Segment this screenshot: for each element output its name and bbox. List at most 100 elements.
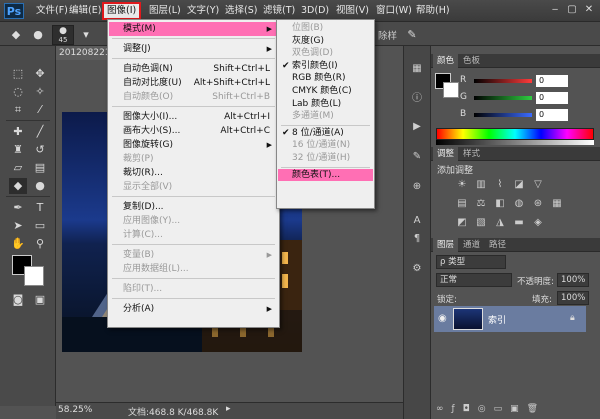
color-balance-icon[interactable]: ⚖: [474, 197, 488, 211]
hand-tool-icon[interactable]: ✋: [9, 236, 27, 252]
pen-tool-icon[interactable]: ✒: [9, 200, 27, 216]
threshold-icon[interactable]: ◮: [493, 216, 507, 230]
invert-icon[interactable]: ◩: [455, 216, 469, 230]
tab-adjustments[interactable]: 调整: [433, 147, 459, 161]
image-menu-item[interactable]: 模式(M) ▶: [109, 22, 278, 36]
status-arrow-icon[interactable]: ▸: [226, 404, 231, 414]
menu-type[interactable]: 文字(Y): [184, 3, 222, 19]
image-menu-item[interactable]: 图像大小(I)... Alt+Ctrl+I: [109, 110, 278, 124]
background-color-swatch[interactable]: [443, 82, 459, 98]
mode-submenu-item[interactable]: RGB 颜色(R): [278, 72, 373, 85]
mode-submenu-item[interactable]: 灰度(G): [278, 35, 373, 48]
brush-size-picker[interactable]: ● 45: [52, 25, 74, 45]
minimize-button[interactable]: ‒: [548, 4, 562, 16]
hue-saturation-icon[interactable]: ▤: [455, 197, 469, 211]
levels-icon[interactable]: ▥: [474, 178, 488, 192]
tab-swatches[interactable]: 色板: [459, 54, 484, 68]
image-menu-item[interactable]: 陷印(T)...: [109, 282, 278, 296]
opacity-input[interactable]: 100%: [557, 273, 589, 287]
mode-submenu-item[interactable]: Lab 颜色(L): [278, 98, 373, 111]
document-tab[interactable]: 201208221: [56, 46, 111, 60]
eraser-tool-icon[interactable]: ▱: [9, 160, 27, 176]
mode-submenu-item[interactable]: 32 位/通道(H): [278, 152, 373, 165]
menu-help[interactable]: 帮助(H): [413, 3, 453, 19]
gradient-map-icon[interactable]: ▬: [512, 216, 526, 230]
crop-tool-icon[interactable]: ⌗: [9, 102, 27, 118]
image-menu-item[interactable]: 画布大小(S)... Alt+Ctrl+C: [109, 124, 278, 138]
menu-window[interactable]: 窗口(W): [373, 3, 415, 19]
channel-value[interactable]: 0: [536, 75, 568, 87]
menu-filter[interactable]: 滤镜(T): [260, 3, 298, 19]
zoom-tool-icon[interactable]: ⚲: [31, 236, 49, 252]
mode-submenu-item[interactable]: 双色调(D): [278, 47, 373, 60]
tab-paths[interactable]: 路径: [485, 238, 510, 252]
tab-layers[interactable]: 图层: [433, 238, 459, 252]
brightness-icon[interactable]: ☀: [455, 178, 469, 192]
image-menu-item[interactable]: 计算(C)...: [109, 228, 278, 242]
mode-submenu-item[interactable]: 16 位/通道(N): [278, 139, 373, 152]
curves-icon[interactable]: ⌇: [493, 178, 507, 192]
image-menu-item[interactable]: 图像旋转(G) ▶: [109, 138, 278, 152]
layers-bottom-toolbar[interactable]: ∞ƒ◘◎▭▣🗑︎: [436, 404, 596, 416]
channel-value[interactable]: 0: [536, 109, 568, 121]
image-menu-item[interactable]: 调整(J) ▶: [109, 42, 278, 56]
character-panel-icon[interactable]: A: [408, 214, 426, 228]
image-menu-item[interactable]: 应用数据组(L)...: [109, 262, 278, 276]
path-selection-tool-icon[interactable]: ➤: [9, 218, 27, 234]
mode-submenu-item[interactable]: 多通道(M): [278, 110, 373, 123]
paint-bucket-tool-icon[interactable]: ◆: [9, 178, 27, 194]
vibrance-icon[interactable]: ▽: [531, 178, 545, 192]
maximize-button[interactable]: ▢: [565, 4, 579, 16]
close-button[interactable]: ✕: [582, 4, 596, 16]
gradient-tool-icon[interactable]: ▤: [31, 160, 49, 176]
dodge-tool-icon[interactable]: ●: [31, 178, 49, 194]
slider-track[interactable]: [474, 113, 532, 117]
color-lookup-icon[interactable]: ▦: [550, 197, 564, 211]
image-menu-item[interactable]: 裁切(R)...: [109, 166, 278, 180]
photo-filter-icon[interactable]: ◍: [512, 197, 526, 211]
grayscale-ramp[interactable]: [436, 140, 594, 145]
info-panel-icon[interactable]: ⓘ: [408, 92, 426, 106]
tool-presets-panel-icon[interactable]: ⚙: [408, 262, 426, 276]
menu-image[interactable]: 图像(I): [102, 2, 142, 20]
image-menu-item[interactable]: 自动对比度(U) Alt+Shift+Ctrl+L: [109, 76, 278, 90]
image-menu-item[interactable]: 应用图像(Y)...: [109, 214, 278, 228]
image-menu-item[interactable]: 裁剪(P): [109, 152, 278, 166]
layer-name[interactable]: 索引: [488, 313, 506, 326]
layer-kind-filter[interactable]: ρ 类型: [436, 255, 506, 269]
tab-color[interactable]: 颜色: [433, 54, 459, 68]
channel-mixer-icon[interactable]: ⊛: [531, 197, 545, 211]
image-menu-item[interactable]: 自动色调(N) Shift+Ctrl+L: [109, 62, 278, 76]
lasso-tool-icon[interactable]: ◌: [9, 84, 27, 100]
paint-bucket-icon[interactable]: ◆: [8, 27, 24, 43]
black-white-icon[interactable]: ◧: [493, 197, 507, 211]
shape-tool-icon[interactable]: ▭: [31, 218, 49, 234]
background-color-swatch[interactable]: [24, 266, 44, 286]
mode-submenu-item[interactable]: CMYK 颜色(C): [278, 85, 373, 98]
menu-layer[interactable]: 图层(L): [146, 3, 184, 19]
image-menu-item[interactable]: 变量(B) ▶: [109, 248, 278, 262]
slider-track[interactable]: [474, 79, 532, 83]
image-menu-item[interactable]: 分析(A) ▶: [109, 302, 278, 316]
channel-value[interactable]: 0: [536, 92, 568, 104]
color-spectrum-bar[interactable]: [436, 128, 594, 140]
image-menu-item[interactable]: 显示全部(V): [109, 180, 278, 194]
history-brush-tool-icon[interactable]: ↺: [31, 142, 49, 158]
blend-mode-select[interactable]: 正常: [436, 273, 512, 287]
magic-wand-tool-icon[interactable]: ✧: [31, 84, 49, 100]
brush-panel-icon[interactable]: ✎: [408, 150, 426, 164]
tab-styles[interactable]: 样式: [459, 147, 484, 161]
selective-color-icon[interactable]: ◈: [531, 216, 545, 230]
menu-3d[interactable]: 3D(D): [298, 3, 332, 19]
brush-tool-icon[interactable]: ╱: [31, 124, 49, 140]
chevron-down-icon[interactable]: ▾: [78, 27, 94, 43]
refine-edge-label[interactable]: 除样: [378, 28, 397, 42]
screen-mode-icon[interactable]: ▣: [31, 292, 49, 308]
quick-mask-icon[interactable]: ◙: [9, 292, 27, 308]
menu-view[interactable]: 视图(V): [333, 3, 372, 19]
eyedropper-tool-icon[interactable]: ⁄: [31, 102, 49, 118]
mode-submenu-item[interactable]: ✔ 8 位/通道(A): [278, 127, 373, 140]
type-tool-icon[interactable]: T: [31, 200, 49, 216]
brush-preset-icon[interactable]: ●: [30, 27, 46, 43]
eye-icon[interactable]: ◉: [438, 313, 447, 324]
